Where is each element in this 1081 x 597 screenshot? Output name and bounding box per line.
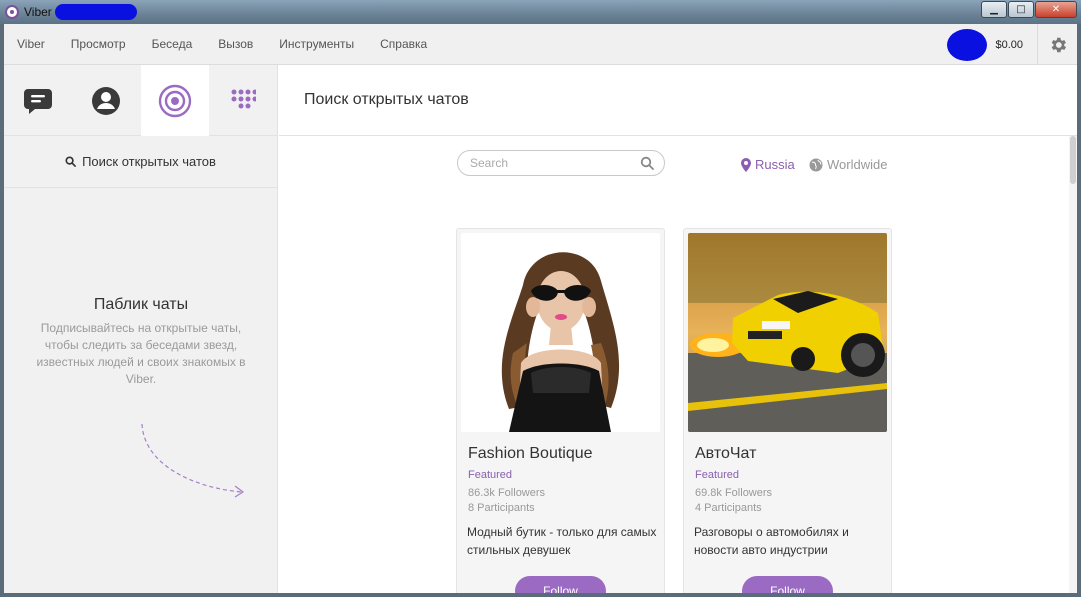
dialpad-icon: [231, 89, 256, 108]
scrollbar[interactable]: [1069, 136, 1077, 593]
main-content: Поиск открытых чатов Russia Worldwide: [279, 65, 1077, 593]
settings-button[interactable]: [1037, 24, 1077, 65]
chat-cover-image: [461, 233, 660, 432]
window-title: Viber: [24, 5, 52, 19]
page-title: Поиск открытых чатов: [279, 65, 1077, 136]
viber-logo-icon: [5, 5, 19, 19]
region-worldwide[interactable]: Worldwide: [809, 157, 887, 172]
public-chat-card[interactable]: Fashion Boutique Featured 86.3k Follower…: [456, 228, 665, 593]
menu-help[interactable]: Справка: [367, 37, 440, 51]
search-icon[interactable]: [640, 156, 654, 170]
chat-name[interactable]: АвтоЧат: [695, 445, 756, 463]
region-russia[interactable]: Russia: [741, 157, 795, 172]
location-pin-icon: [741, 157, 751, 172]
public-chats-info: Паблик чаты Подписывайтесь на открытые ч…: [4, 296, 278, 388]
fashion-girl-image: [461, 233, 660, 432]
search-open-chats-label: Поиск открытых чатов: [82, 154, 216, 169]
contact-icon: [92, 86, 121, 115]
follow-button[interactable]: Follow: [742, 576, 833, 593]
menu-right: $0.00: [947, 24, 1077, 65]
dashed-arrow-icon: [141, 423, 245, 498]
followers-count: 69.8k Followers: [695, 487, 773, 499]
public-chats-icon: [158, 84, 191, 117]
close-button[interactable]: ✕: [1035, 1, 1077, 18]
public-chats-title: Паблик чаты: [93, 296, 189, 313]
tab-contacts[interactable]: [72, 65, 140, 136]
menu-tools[interactable]: Инструменты: [266, 37, 367, 51]
minimize-button[interactable]: ▁: [981, 1, 1007, 18]
tab-chats[interactable]: [4, 65, 72, 136]
scrollbar-thumb[interactable]: [1070, 136, 1076, 184]
menu-bar: Viber Просмотр Беседа Вызов Инструменты …: [4, 24, 1077, 65]
public-chat-card[interactable]: АвтоЧат Featured 69.8k Followers 4 Parti…: [683, 228, 892, 593]
chat-name[interactable]: Fashion Boutique: [468, 445, 593, 463]
redacted-username: [54, 4, 137, 20]
tab-public-chats[interactable]: [140, 65, 209, 136]
search-open-chats-button[interactable]: Поиск открытых чатов: [4, 136, 277, 188]
left-panel: Поиск открытых чатов Паблик чаты Подписы…: [4, 65, 278, 593]
viber-window: Viber Просмотр Беседа Вызов Инструменты …: [4, 24, 1077, 593]
region-worldwide-label: Worldwide: [827, 157, 888, 172]
participants-count: 4 Participants: [695, 502, 762, 514]
follow-button[interactable]: Follow: [515, 576, 606, 593]
window-controls: ▁ □ ✕: [980, 1, 1077, 18]
chat-cover-image: [688, 233, 887, 432]
chat-description: Модный бутик - только для самых стильных…: [467, 525, 657, 557]
featured-badge: Featured: [468, 469, 513, 481]
search-field[interactable]: [457, 150, 665, 176]
redacted-avatar[interactable]: [947, 28, 988, 61]
globe-icon: [809, 158, 823, 171]
menu-call[interactable]: Вызов: [205, 37, 266, 51]
gear-icon: [1051, 37, 1066, 52]
participants-count: 8 Participants: [468, 502, 535, 514]
balance[interactable]: $0.00: [995, 39, 1023, 51]
featured-badge: Featured: [695, 469, 740, 481]
sidebar-tabs: [4, 65, 277, 136]
window-titlebar[interactable]: Viber ▁ □ ✕: [0, 0, 1081, 24]
menu-conversation[interactable]: Беседа: [139, 37, 206, 51]
public-chats-description: Подписывайтесь на открытые чаты, чтобы с…: [36, 321, 246, 386]
search-input[interactable]: [470, 156, 640, 170]
chat-bubble-icon: [24, 88, 53, 114]
tab-dialpad[interactable]: [209, 65, 277, 136]
chat-description: Разговоры о автомобилях и новости авто и…: [694, 525, 849, 557]
search-icon: [65, 156, 76, 167]
followers-count: 86.3k Followers: [468, 487, 546, 499]
maximize-button[interactable]: □: [1008, 1, 1034, 18]
menu-view[interactable]: Просмотр: [58, 37, 139, 51]
region-russia-label: Russia: [755, 157, 795, 172]
menu-viber[interactable]: Viber: [4, 37, 58, 51]
sports-car-image: [688, 233, 887, 432]
